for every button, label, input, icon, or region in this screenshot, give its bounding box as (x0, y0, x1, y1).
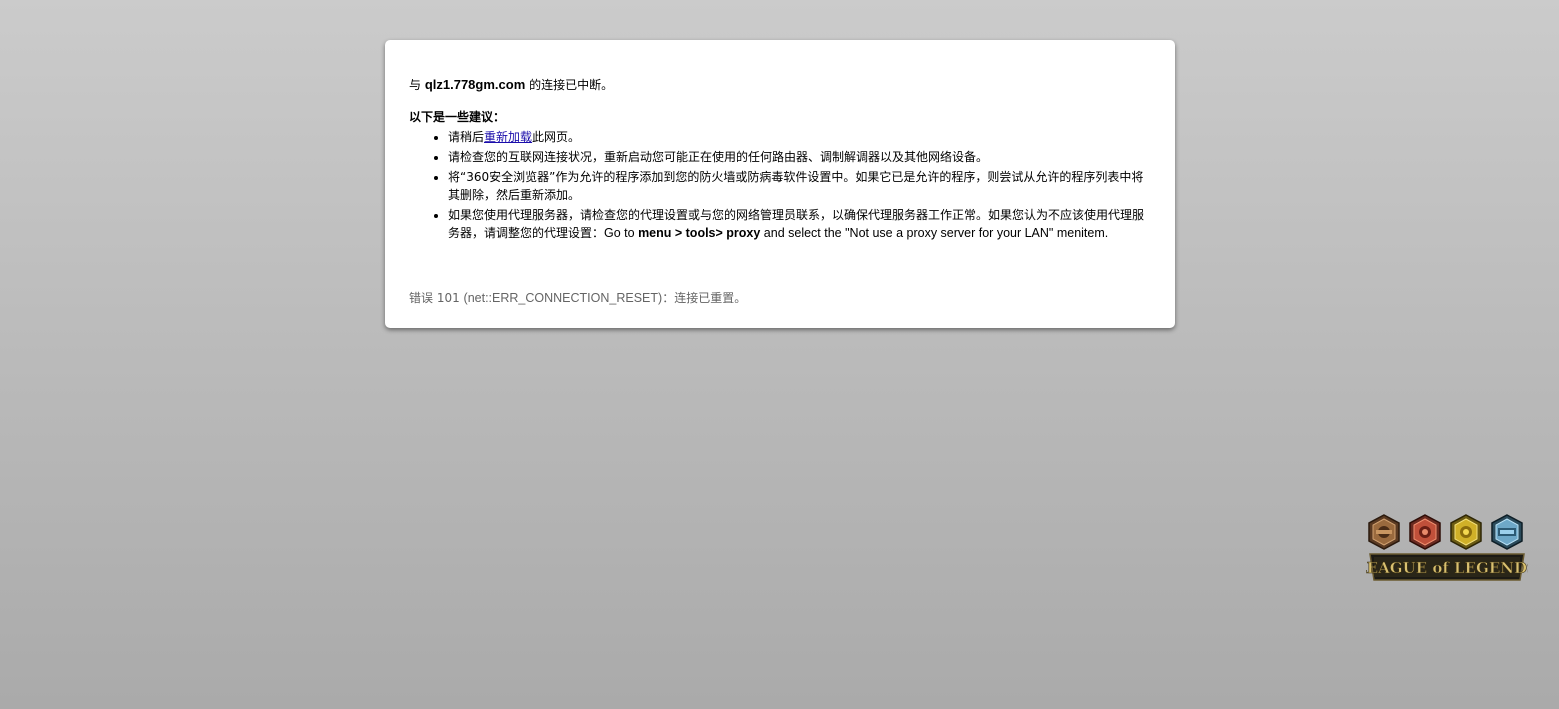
league-of-legends-logo: LEAGUE of LEGENDS (1366, 514, 1528, 584)
lol-wordmark-banner: LEAGUE of LEGENDS (1366, 553, 1528, 581)
lol-wordmark: LEAGUE of LEGENDS (1366, 559, 1528, 577)
headline-suffix: 的连接已中断。 (525, 78, 614, 92)
error-code-suffix: ：连接已重置。 (662, 291, 747, 305)
lol-crest-blue-icon (1491, 514, 1523, 550)
headline-prefix: 与 (409, 78, 425, 92)
proxy-menu-path: menu > tools> proxy (638, 226, 761, 240)
error-code: 错误 101 (net::ERR_CONNECTION_RESET)：连接已重置… (409, 289, 746, 307)
suggestion-check-network: 请检查您的互联网连接状况，重新启动您可能正在使用的任何路由器、调制解调器以及其他… (448, 148, 1153, 166)
proxy-select-text: and select the "Not use a proxy server f… (760, 226, 1109, 240)
error-code-prefix: 错误 101 (409, 291, 464, 305)
suggestion-reload: 请稍后重新加载此网页。 (448, 128, 1153, 146)
suggestion-text: 将“360安全浏览器”作为允许的程序添加到您的防火墙或防病毒软件设置中。如果它已… (448, 170, 1144, 202)
suggestions-title: 以下是一些建议： (409, 110, 506, 124)
lol-crest-gold-icon (1450, 514, 1482, 550)
error-code-value: (net::ERR_CONNECTION_RESET) (463, 291, 663, 305)
error-card: 与 qlz1.778gm.com 的连接已中断。 以下是一些建议： 请稍后重新加… (385, 40, 1175, 328)
lol-crest-red-icon (1409, 514, 1441, 550)
suggestion-text: 此网页。 (532, 130, 581, 144)
suggestion-firewall: 将“360安全浏览器”作为允许的程序添加到您的防火墙或防病毒软件设置中。如果它已… (448, 168, 1153, 204)
reload-link[interactable]: 重新加载 (484, 130, 532, 144)
error-headline: 与 qlz1.778gm.com 的连接已中断。 (409, 76, 1153, 94)
proxy-go-to: Go to (604, 226, 639, 240)
suggestion-text: 请稍后 (448, 130, 485, 144)
suggestion-text: 请检查您的互联网连接状况，重新启动您可能正在使用的任何路由器、调制解调器以及其他… (448, 150, 989, 164)
suggestions-list: 请稍后重新加载此网页。 请检查您的互联网连接状况，重新启动您可能正在使用的任何路… (409, 128, 1153, 242)
suggestion-proxy: 如果您使用代理服务器，请检查您的代理设置或与您的网络管理员联系，以确保代理服务器… (448, 206, 1153, 242)
lol-crest-bronze-icon (1368, 514, 1400, 550)
error-host: qlz1.778gm.com (424, 77, 526, 92)
